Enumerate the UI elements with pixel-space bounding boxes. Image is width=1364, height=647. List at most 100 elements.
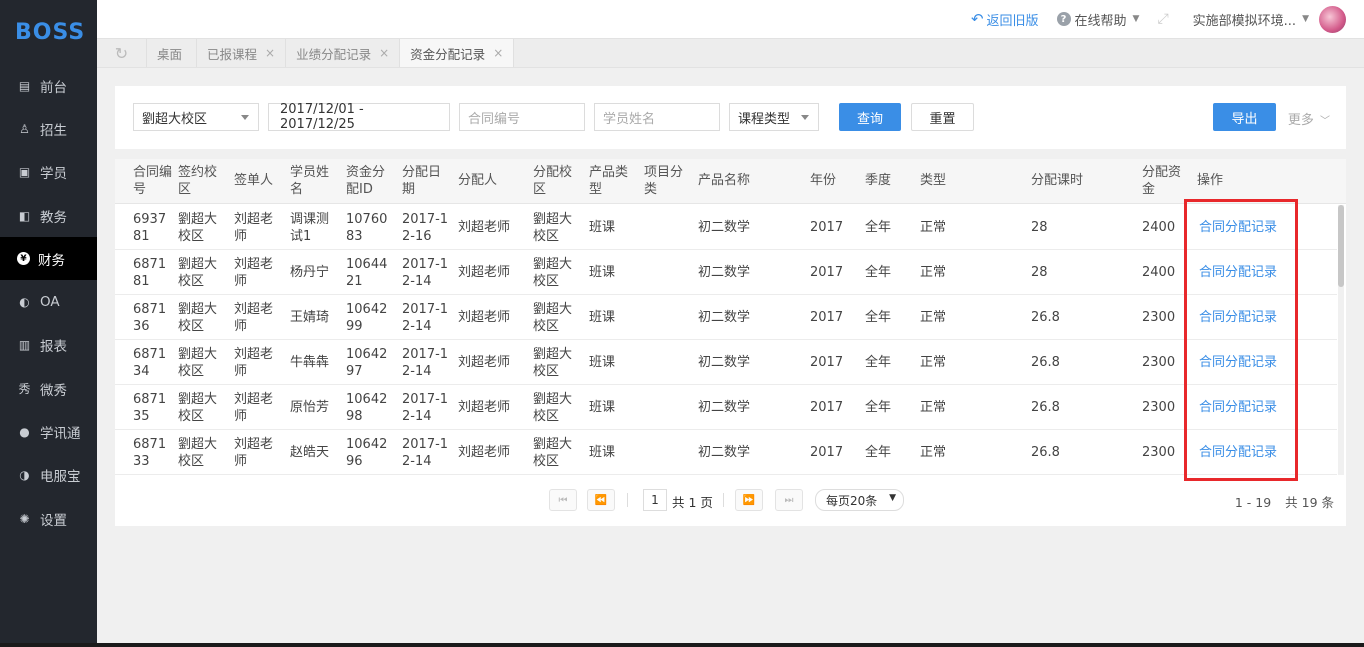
sidebar-item[interactable]: ▥ 报表 — [0, 324, 97, 367]
table-cell: 班课 — [589, 355, 616, 370]
fullscreen-icon[interactable]: ⤢ — [1157, 11, 1168, 27]
contract-number-placeholder: 合同编号 — [468, 111, 521, 127]
reset-button[interactable]: 重置 — [911, 103, 974, 131]
table-cell: 原怡芳 — [290, 400, 330, 415]
contract-number-input[interactable]: 合同编号 — [459, 103, 585, 131]
column-header: 签单人 — [234, 173, 274, 188]
table-cell: 正常 — [920, 445, 947, 460]
table-cell: 2300 — [1142, 400, 1176, 415]
more-dropdown[interactable]: 更多 ﹀ — [1288, 109, 1330, 128]
last-page-icon[interactable]: ⏭ — [775, 489, 803, 511]
first-page-icon[interactable]: ⏮ — [549, 489, 577, 511]
table-cell: 正常 — [920, 220, 947, 235]
table-cell: 全年 — [865, 445, 892, 460]
table-row: 687181 劉超大校区 刘超老师 杨丹宁 1064421 2017-12-14 刘超老师劉… — [115, 250, 1337, 295]
online-help-menu[interactable]: ? 在线帮助 ▼ — [1056, 10, 1140, 29]
student-name-input[interactable]: 学员姓名 — [594, 103, 720, 131]
back-to-old-version-link[interactable]: ↶ 返回旧版 — [971, 10, 1039, 29]
sidebar-item[interactable]: 秀微秀 — [0, 367, 97, 410]
tab[interactable]: 业绩分配记录 × — [286, 39, 401, 67]
table-cell: 劉超大校区 — [533, 302, 573, 334]
sidebar-item-label: 招生 — [40, 122, 67, 139]
page-size-select[interactable]: 每页20条 ▼ — [815, 489, 904, 511]
table-cell: 2300 — [1142, 310, 1176, 325]
gear-icon: ✺ — [19, 511, 30, 526]
table-cell: 2300 — [1142, 355, 1176, 370]
sidebar-item[interactable]: ◧ 教务 — [0, 194, 97, 237]
refresh-icon[interactable]: ↻ — [97, 39, 147, 67]
table-cell: 2017-12-14 — [402, 257, 449, 289]
pager-divider — [723, 493, 724, 507]
date-range-input[interactable]: 2017/12/01 - 2017/12/25 — [268, 102, 450, 132]
sidebar-item[interactable]: ¥ 财务 — [0, 237, 97, 281]
page-number-input[interactable]: 1 — [643, 489, 667, 511]
column-header: 分配校区 — [533, 165, 573, 197]
prev-page-icon[interactable]: ⏪ — [587, 489, 615, 511]
table-cell: 初二数学 — [698, 400, 751, 415]
table-cell: 杨丹宁 — [290, 265, 330, 280]
table-cell: 刘超老师 — [458, 400, 511, 415]
online-help-label: 在线帮助 — [1074, 13, 1127, 29]
table-header: 合同编号 签约校区 签单人 学员姓名 资金分配ID 分配日期 分配人 分配校区 产品类型 项目分类… — [115, 159, 1346, 204]
campus-select[interactable]: 劉超大校区 — [133, 103, 259, 131]
contract-allocation-record-link[interactable]: 合同分配记录 — [1199, 399, 1299, 416]
sidebar-item[interactable]: ● 学讯通 — [0, 410, 97, 453]
export-button[interactable]: 导出 — [1213, 103, 1276, 131]
next-page-icon[interactable]: ⏩ — [735, 489, 763, 511]
close-icon[interactable]: × — [265, 46, 275, 60]
campus-select-value: 劉超大校区 — [142, 111, 208, 127]
contract-allocation-record-link[interactable]: 合同分配记录 — [1199, 444, 1299, 461]
table-cell: 班课 — [589, 445, 616, 460]
sidebar-item-label: 学员 — [40, 166, 67, 183]
contract-allocation-record-link[interactable]: 合同分配记录 — [1199, 309, 1299, 326]
table-row: 693781 劉超大校区 刘超老师 调课测试1 1076083 2017-12-16 刘超老… — [115, 205, 1337, 250]
course-type-select[interactable]: 课程类型 — [729, 103, 819, 131]
sidebar-item-label: OA — [40, 294, 60, 311]
user-menu[interactable]: 实施部模拟环境... ▼ — [1193, 5, 1346, 33]
tab[interactable]: 已报课程 × — [197, 39, 287, 67]
sidebar-item[interactable]: ✺ 设置 — [0, 497, 97, 540]
undo-arrow-icon: ↶ — [970, 10, 984, 28]
sidebar-item[interactable]: ▣ 学员 — [0, 151, 97, 194]
back-to-old-version-label: 返回旧版 — [986, 13, 1039, 29]
tab[interactable]: 桌面 — [147, 39, 198, 67]
chevron-down-icon: ▼ — [1132, 14, 1140, 24]
tab-bar: ↻ 桌面 已报课程 × 业绩分配记录 × 资金分配记录 × — [97, 38, 1364, 68]
table-scrollbar[interactable] — [1338, 205, 1344, 475]
search-button[interactable]: 查询 — [839, 103, 901, 131]
sidebar-item-label: 前台 — [40, 79, 67, 96]
contract-allocation-record-link[interactable]: 合同分配记录 — [1199, 219, 1299, 236]
dropdown-arrow-icon — [801, 115, 809, 120]
table-cell: 劉超大校区 — [178, 437, 218, 469]
scrollbar-thumb[interactable] — [1338, 205, 1344, 287]
tab-label: 业绩分配记录 — [296, 46, 372, 62]
sidebar-item-label: 教务 — [40, 209, 67, 226]
tab[interactable]: 资金分配记录 × — [400, 39, 515, 67]
top-bar: ↶ 返回旧版 ? 在线帮助 ▼ ⤢ 实施部模拟环境... ▼ — [97, 0, 1364, 38]
column-header: 分配日期 — [402, 165, 442, 197]
sidebar-item-label: 微秀 — [40, 382, 67, 399]
table-cell: 调课测试1 — [290, 212, 330, 244]
date-range-value: 2017/12/01 - 2017/12/25 — [280, 102, 364, 132]
avatar[interactable] — [1319, 5, 1346, 33]
column-header: 资金分配ID — [346, 165, 386, 197]
table-cell: 刘超老师 — [234, 347, 274, 379]
table-cell: 初二数学 — [698, 265, 751, 280]
tab-label: 桌面 — [157, 46, 183, 62]
contract-allocation-record-link[interactable]: 合同分配记录 — [1199, 264, 1299, 281]
table-cell: 2017 — [810, 265, 844, 280]
sidebar-item[interactable]: ◐ OA — [0, 280, 97, 323]
table-cell: 劉超大校区 — [178, 392, 218, 424]
close-icon[interactable]: × — [379, 46, 389, 60]
table-cell: 28 — [1031, 265, 1048, 280]
sidebar-item[interactable]: ▤ 前台 — [0, 64, 97, 107]
contract-allocation-record-link[interactable]: 合同分配记录 — [1199, 354, 1299, 371]
column-header: 类型 — [920, 173, 947, 188]
close-icon[interactable]: × — [493, 46, 503, 60]
pagination: ⏮ ⏪ 1 共 1 页 ⏩ ⏭ 每页20条 ▼ 1 - 19 共 19 条 — [115, 489, 1346, 513]
sidebar-item[interactable]: ♙ 招生 — [0, 107, 97, 150]
table-cell: 2300 — [1142, 445, 1176, 460]
table-cell: 26.8 — [1031, 310, 1060, 325]
sidebar-item[interactable]: ◑ 电服宝 — [0, 454, 97, 497]
table-cell: 刘超老师 — [234, 212, 274, 244]
